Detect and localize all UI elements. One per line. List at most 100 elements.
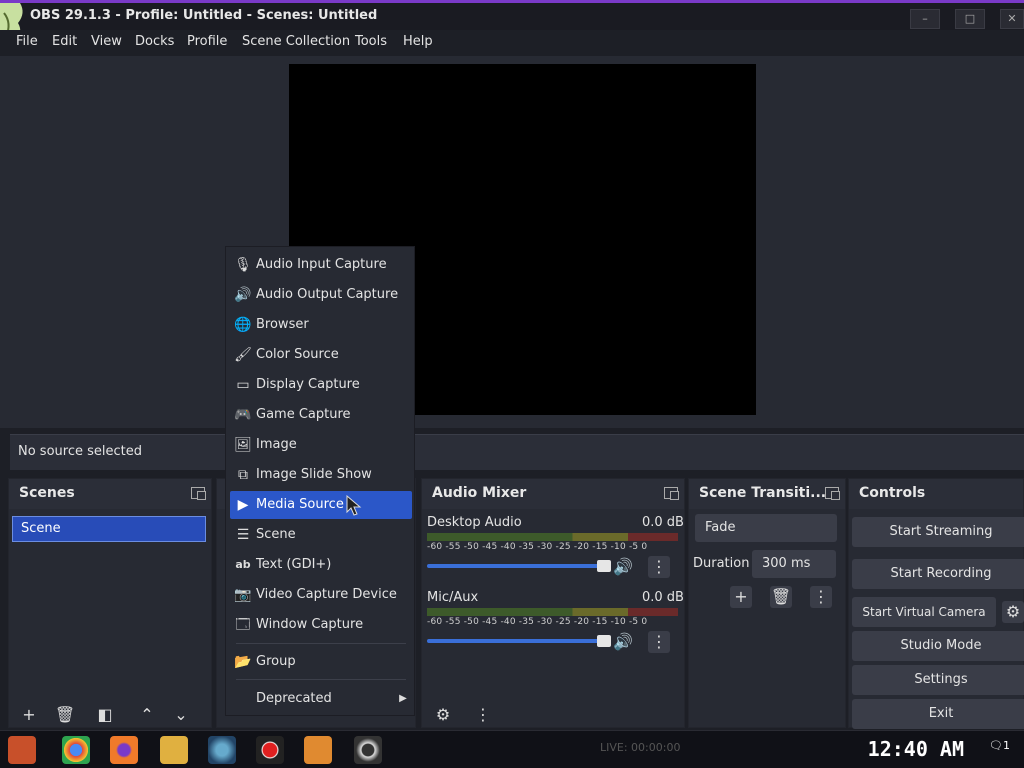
add-scene-icon[interactable]: + [18,704,40,726]
menu-item-image-slide-show[interactable]: ⧉ Image Slide Show [230,461,412,489]
menu-item-group[interactable]: 📂 Group [230,648,412,676]
chrome-icon[interactable] [62,736,90,764]
scene-list-item[interactable]: Scene [12,516,206,542]
menu-item-media-source[interactable]: ▶ Media Source [230,491,412,519]
start-streaming-button[interactable]: Start Streaming [852,517,1024,547]
desktop-audio-level: 0.0 dB [642,515,684,530]
controls-header: Controls [849,479,1023,509]
scene-filter-icon[interactable]: ◧ [94,704,116,726]
slideshow-icon: ⧉ [238,467,248,483]
desktop-audio-volume-slider[interactable] [427,560,611,572]
scene-item-label: Scene [21,521,61,536]
kebab-menu-icon[interactable]: ⋮ [648,556,670,578]
globe-icon: 🌐 [234,317,252,333]
menu-item-scene[interactable]: ☰ Scene [230,521,412,549]
speaker-icon[interactable]: 🔊 [612,556,634,578]
move-up-icon[interactable]: ⌃ [136,704,158,726]
text-icon: ab [235,558,251,571]
menu-help[interactable]: Help [403,34,433,49]
duration-value: 300 ms [762,556,811,571]
menu-item-video-capture-device[interactable]: 📷 Video Capture Device [230,581,412,609]
title-bar: OBS 29.1.3 - Profile: Untitled - Scenes:… [0,0,1024,61]
remove-scene-icon[interactable]: 🗑 [54,704,76,726]
menu-item-image[interactable]: 🖼 Image [230,431,412,459]
mouse-cursor-icon [346,495,362,516]
mic-aux-label: Mic/Aux [427,590,479,605]
menu-item-color-source[interactable]: 🖌 Color Source [230,341,412,369]
controls-title: Controls [859,485,926,501]
menu-bar: File Edit View Docks Profile Scene Colle… [0,30,1024,56]
transitions-title: Scene Transiti... [699,485,827,501]
menu-item-game-capture[interactable]: 🎮 Game Capture [230,401,412,429]
audio-mixer-header: Audio Mixer [422,479,684,509]
exit-button[interactable]: Exit [852,699,1024,729]
speaker-icon[interactable]: 🔊 [612,631,634,653]
obs-taskbar-icon[interactable] [354,736,382,764]
firefox-icon[interactable] [110,736,138,764]
gear-icon[interactable]: ⚙ [432,704,454,726]
start-menu-icon[interactable] [8,736,36,764]
move-down-icon[interactable]: ⌄ [170,704,192,726]
gear-icon[interactable]: ⚙ [1002,601,1024,623]
menu-scene-collection[interactable]: Scene Collection [242,34,350,49]
system-clock[interactable]: 12:40 AM [868,737,964,761]
no-source-label: No source selected [18,444,142,459]
live-indicator: LIVE: 00:00:00 [600,741,681,754]
menu-profile[interactable]: Profile [187,34,227,49]
menu-item-audio-input-capture[interactable]: 🎙 Audio Input Capture [230,251,412,279]
menu-view[interactable]: View [91,34,122,49]
menu-item-display-capture[interactable]: ▭ Display Capture [230,371,412,399]
add-source-menu: 🎙 Audio Input Capture 🔊 Audio Output Cap… [225,246,415,716]
window-icon: 🗔 [235,617,251,633]
maximize-button[interactable]: □ [955,9,985,29]
brush-icon: 🖌 [234,347,252,363]
desktop-audio-label: Desktop Audio [427,515,522,530]
transition-select[interactable]: Fade [695,514,837,542]
close-button[interactable]: ✕ [1000,9,1024,29]
mic-aux-volume-slider[interactable] [427,635,611,647]
image-icon: 🖼 [234,437,252,453]
folder-icon[interactable] [160,736,188,764]
record-app-icon[interactable] [256,736,284,764]
kebab-menu-icon[interactable]: ⋮ [810,586,832,608]
mic-icon: 🎙 [234,257,252,273]
menu-item-window-capture[interactable]: 🗔 Window Capture [230,611,412,639]
transitions-header: Scene Transiti... [689,479,845,509]
undock-icon[interactable] [664,487,679,500]
kebab-menu-icon[interactable]: ⋮ [648,631,670,653]
start-virtual-camera-button[interactable]: Start Virtual Camera [852,597,996,627]
scenes-button-row: + 🗑 ◧ ⌃ ⌄ [18,704,198,726]
desktop-audio-meter [427,533,678,541]
camera-icon: 📷 [234,587,252,603]
menu-item-browser[interactable]: 🌐 Browser [230,311,412,339]
scenes-header: Scenes [9,479,211,509]
start-recording-button[interactable]: Start Recording [852,559,1024,589]
audio-mixer-title: Audio Mixer [432,485,527,501]
notification-icon[interactable]: 🗨1 [989,739,1010,752]
add-transition-icon[interactable]: + [730,586,752,608]
settings-button[interactable]: Settings [852,665,1024,695]
menu-file[interactable]: File [16,34,38,49]
app-icon[interactable] [208,736,236,764]
menu-separator [236,679,406,680]
menu-tools[interactable]: Tools [355,34,387,49]
minimize-button[interactable]: – [910,9,940,29]
menu-item-audio-output-capture[interactable]: 🔊 Audio Output Capture [230,281,412,309]
notification-count: 1 [1003,739,1010,752]
remove-transition-icon[interactable]: 🗑 [770,586,792,608]
studio-mode-button[interactable]: Studio Mode [852,631,1024,661]
gamepad-icon: 🎮 [234,407,252,423]
undock-icon[interactable] [191,487,206,500]
menu-item-deprecated[interactable]: Deprecated ▶ [230,685,412,713]
menu-separator [236,643,406,644]
menu-docks[interactable]: Docks [135,34,174,49]
mic-aux-meter [427,608,678,616]
menu-item-text-gdi[interactable]: ab Text (GDI+) [230,551,412,579]
window-title: OBS 29.1.3 - Profile: Untitled - Scenes:… [30,8,378,23]
undock-icon[interactable] [825,487,840,500]
menu-edit[interactable]: Edit [52,34,77,49]
media-player-icon[interactable] [304,736,332,764]
duration-spinbox[interactable]: 300 ms [752,550,836,578]
kebab-menu-icon[interactable]: ⋮ [472,704,494,726]
monitor-icon: ▭ [236,377,250,393]
